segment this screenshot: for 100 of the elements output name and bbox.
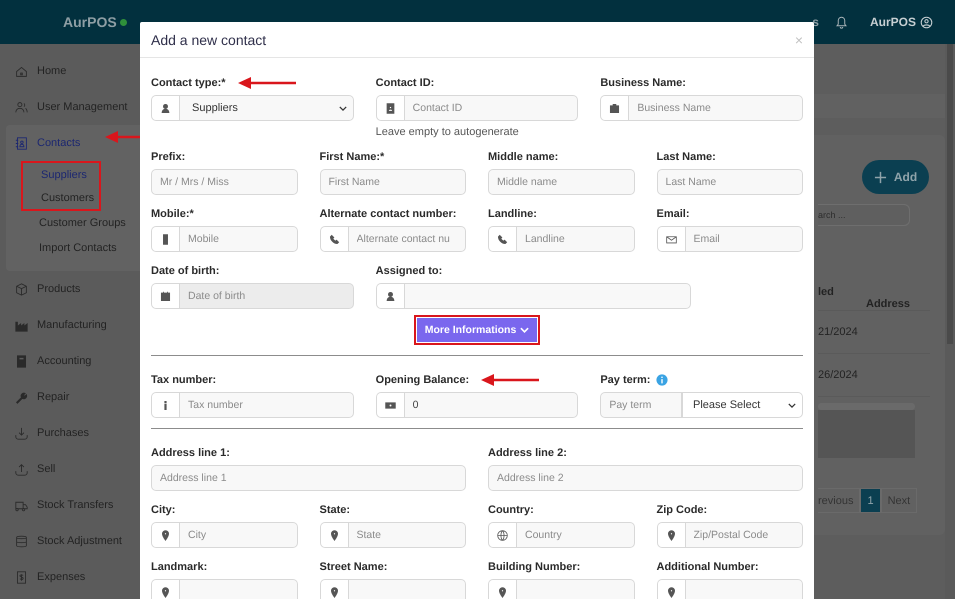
phone-icon <box>328 234 340 244</box>
help-text: Leave empty to autogenerate <box>376 126 520 138</box>
sidebar-item[interactable]: Purchases <box>0 415 89 451</box>
input-field[interactable]: Zip/Postal Code <box>684 522 803 548</box>
map-pin-icon <box>328 586 340 598</box>
input-field[interactable]: 0 <box>404 392 578 418</box>
input-field[interactable]: Middle name <box>488 169 634 195</box>
input-field[interactable]: Contact ID <box>404 95 578 121</box>
brand-logo[interactable]: AurPOS <box>63 14 117 30</box>
field-label: Opening Balance: <box>376 374 470 386</box>
sidebar-subitem[interactable]: Customers <box>21 186 101 211</box>
input-field[interactable]: Address line 1 <box>151 465 466 491</box>
input-field[interactable]: State <box>348 522 466 548</box>
field-label: Mobile:* <box>151 208 194 220</box>
close-button[interactable]: × <box>794 32 803 48</box>
mobile-phone-icon <box>160 234 171 244</box>
input-field[interactable]: Last Name <box>656 169 803 195</box>
input-field[interactable]: Mobile <box>179 226 298 252</box>
map-pin-icon <box>666 530 676 540</box>
field-label: Date of birth: <box>151 264 220 276</box>
add-button[interactable]: Add <box>862 160 929 194</box>
column-header[interactable]: Address <box>866 298 910 310</box>
map-pin-icon <box>160 586 171 598</box>
sidebar-item[interactable]: Manufacturing <box>0 307 107 343</box>
pagination-button[interactable]: 1 <box>860 488 881 513</box>
input-field[interactable]: Tax number <box>179 392 354 418</box>
map-pin-icon <box>328 530 340 540</box>
field-label: Pay term: <box>600 374 650 386</box>
input-field[interactable]: Address line 2 <box>488 465 803 491</box>
input-field[interactable]: City <box>179 522 298 548</box>
home-icon <box>15 64 28 78</box>
notification-bell-icon[interactable] <box>834 16 848 28</box>
sidebar-item[interactable]: Accounting <box>0 343 92 379</box>
table-cell: 21/2024 <box>818 326 858 338</box>
input-field[interactable]: Landline <box>516 226 634 252</box>
field-label: Landmark: <box>151 560 208 572</box>
sidebar-item[interactable]: Repair <box>0 379 70 415</box>
field-label: Middle name: <box>488 150 558 162</box>
plus-icon <box>874 170 887 184</box>
chevron-down-icon <box>338 106 347 110</box>
sidebar-subitem[interactable]: Import Contacts <box>21 236 140 261</box>
wrench-icon <box>15 390 28 404</box>
box-icon <box>15 282 28 296</box>
map-pin-icon <box>160 530 171 540</box>
more-informations-button[interactable]: More Informations <box>416 318 538 342</box>
book-icon <box>15 354 28 368</box>
sidebar-item[interactable]: Products <box>0 271 80 307</box>
field-label: Prefix: <box>151 150 186 162</box>
user-circle-icon[interactable] <box>920 16 933 28</box>
input-field[interactable]: Alternate contact nu <box>348 226 466 252</box>
id-card-icon <box>384 102 396 114</box>
user-menu-label[interactable]: AurPOS <box>870 15 916 29</box>
sidebar-item[interactable]: Stock Transfers <box>0 487 114 523</box>
receipt-icon <box>15 570 28 584</box>
field-label: State: <box>320 504 350 516</box>
field-label: Assigned to: <box>376 264 442 276</box>
chevron-down-icon <box>788 402 796 408</box>
table-cell: 26/2024 <box>818 369 858 381</box>
field-label: Tax number: <box>151 374 216 386</box>
sidebar-subitem[interactable]: Customer Groups <box>21 211 140 236</box>
users-icon <box>15 100 28 114</box>
sidebar-item[interactable]: Sell <box>0 451 56 487</box>
database-icon <box>15 534 28 548</box>
field-label: Building Number: <box>488 560 580 572</box>
input-field[interactable]: First Name <box>320 169 466 195</box>
online-status-dot <box>120 18 127 26</box>
sidebar-item[interactable]: Home <box>0 53 66 89</box>
sidebar-item[interactable]: Contacts <box>6 125 140 161</box>
field-label: Address line 1: <box>151 446 230 458</box>
contact-type-select[interactable]: Suppliers <box>179 95 354 121</box>
sidebar-item[interactable]: User Management <box>0 89 128 125</box>
map-pin-icon <box>497 586 508 598</box>
field-label: Contact ID: <box>376 76 434 88</box>
input-field[interactable] <box>684 579 803 599</box>
envelope-icon <box>666 234 676 244</box>
contact-book-icon <box>15 136 28 150</box>
sidebar-subitem[interactable]: Suppliers <box>21 161 101 186</box>
sidebar-item[interactable]: Stock Adjustment <box>0 523 122 559</box>
input-field[interactable] <box>404 283 691 309</box>
input-field[interactable]: Country <box>516 522 634 548</box>
input-field[interactable]: Mr / Mrs / Miss <box>151 169 298 195</box>
input-field[interactable] <box>516 579 634 599</box>
input-field[interactable] <box>179 579 298 599</box>
dialog-title: Add a new contact <box>151 32 266 48</box>
field-label: Alternate contact number: <box>320 208 456 220</box>
input-field[interactable]: Email <box>684 226 803 252</box>
field-label: Landline: <box>488 208 537 220</box>
field-label: Zip Code: <box>656 504 708 516</box>
download-icon <box>15 426 28 440</box>
sidebar-item[interactable]: Expenses <box>0 559 86 595</box>
column-header[interactable]: led <box>818 286 866 298</box>
pay-term-field[interactable]: Pay term <box>600 392 682 418</box>
globe-icon <box>497 530 508 540</box>
input-field[interactable]: Business Name <box>628 95 803 121</box>
info-icon[interactable] <box>656 374 668 386</box>
person-icon <box>160 102 171 114</box>
field-label: Business Name: <box>600 76 686 88</box>
input-field[interactable] <box>348 579 466 599</box>
upload-icon <box>15 462 28 476</box>
pay-term-unit-select[interactable]: Please Select <box>682 392 803 418</box>
